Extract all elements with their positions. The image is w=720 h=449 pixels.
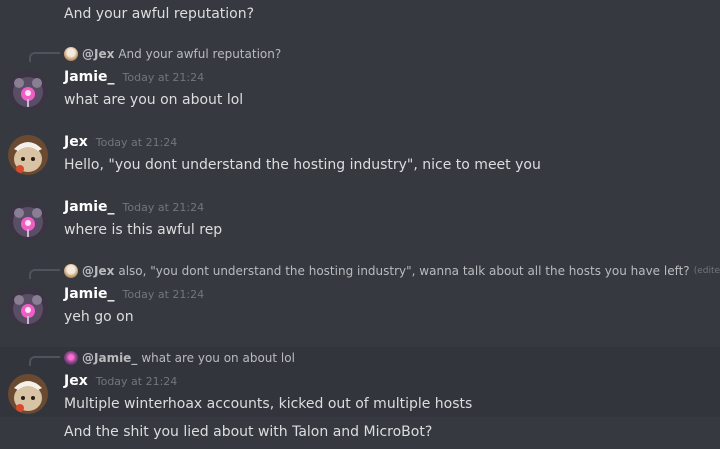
avatar-jamie-image [8, 70, 48, 110]
reply-avatar [64, 264, 78, 278]
timestamp[interactable]: Today at 21:24 [123, 288, 205, 301]
message-text: what are you on about lol [64, 92, 244, 108]
message-text: And the shit you lied about with Talon a… [64, 424, 433, 440]
avatar-jamie-image [8, 200, 48, 240]
avatar-jex-image [8, 374, 48, 414]
timestamp[interactable]: Today at 21:24 [96, 136, 178, 149]
reply-avatar [64, 351, 78, 365]
message-text: where is this awful rep [64, 222, 223, 238]
reply-text: what are you on about lol [141, 351, 295, 365]
avatar-jex-image [8, 135, 48, 175]
reply-connector [29, 52, 60, 62]
avatar[interactable] [8, 200, 48, 240]
reply-preview[interactable]: @Jex also, "you dont understand the host… [64, 262, 720, 280]
reply-avatar [64, 47, 78, 61]
reply-username[interactable]: @Jex [82, 47, 114, 61]
avatar[interactable] [8, 70, 48, 110]
timestamp[interactable]: Today at 21:24 [123, 201, 205, 214]
message-header: Jamie_ Today at 21:24 [64, 69, 204, 89]
username[interactable]: Jamie_ [64, 286, 115, 302]
edited-label: (edited) [693, 266, 720, 276]
message-header: Jamie_ Today at 21:24 [64, 199, 204, 219]
username[interactable]: Jex [64, 373, 88, 389]
message-header: Jex Today at 21:24 [64, 134, 177, 154]
username[interactable]: Jamie_ [64, 69, 115, 85]
reply-preview[interactable]: @Jamie_ what are you on about lol [64, 349, 295, 367]
reply-connector [29, 356, 60, 366]
message-header: Jex Today at 21:24 [64, 373, 177, 393]
username[interactable]: Jex [64, 134, 88, 150]
reply-text: And your awful reputation? [118, 47, 282, 61]
message-text: Hello, "you dont understand the hosting … [64, 157, 541, 173]
message-header: Jamie_ Today at 21:24 [64, 286, 204, 306]
timestamp[interactable]: Today at 21:24 [123, 71, 205, 84]
avatar[interactable] [8, 135, 48, 175]
reply-username[interactable]: @Jamie_ [82, 351, 137, 365]
message-text: And your awful reputation? [64, 6, 255, 22]
message-text: Multiple winterhoax accounts, kicked out… [64, 396, 473, 412]
timestamp[interactable]: Today at 21:24 [96, 375, 178, 388]
reply-connector [29, 269, 60, 279]
reply-username[interactable]: @Jex [82, 264, 114, 278]
avatar[interactable] [8, 374, 48, 414]
avatar-jamie-image [8, 287, 48, 327]
reply-preview[interactable]: @Jex And your awful reputation? [64, 45, 281, 63]
username[interactable]: Jamie_ [64, 199, 115, 215]
chat-message-list: And your awful reputation? @Jex And your… [0, 0, 720, 449]
avatar[interactable] [8, 287, 48, 327]
message-text: yeh go on [64, 309, 134, 325]
reply-text: also, "you dont understand the hosting i… [118, 264, 690, 278]
